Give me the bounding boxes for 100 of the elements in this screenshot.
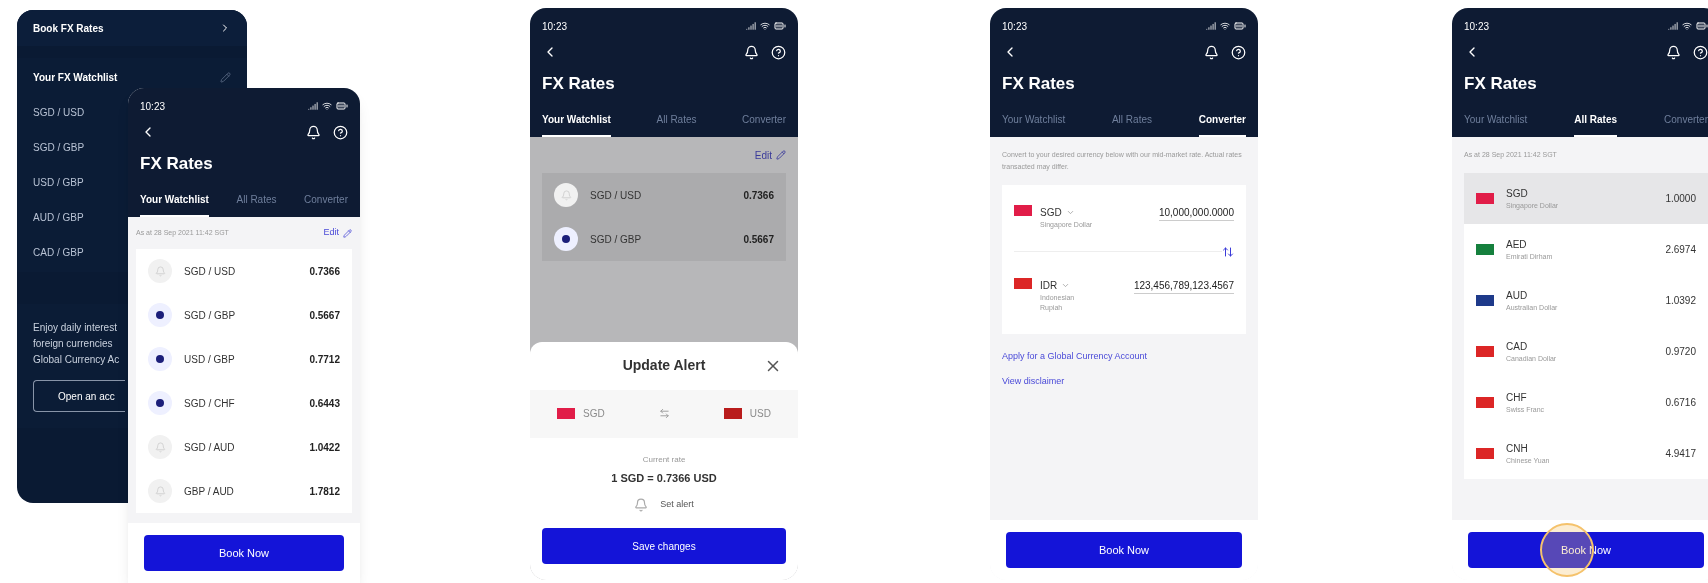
pair-label: SGD / USD	[590, 188, 643, 203]
currency-code: CAD	[1506, 339, 1529, 354]
rate-value: 0.9720	[1665, 345, 1696, 359]
currency-code: SGD	[1506, 186, 1529, 201]
currency-code: IDR	[1040, 278, 1058, 293]
page-title: FX Rates	[140, 153, 214, 175]
book-now-button[interactable]: Book Now	[144, 535, 344, 571]
pair-label: SGD / GBP	[590, 232, 643, 247]
tab[interactable]: Your Watchlist	[1002, 104, 1066, 137]
rate-value: 1.0422	[309, 440, 340, 455]
help-icon[interactable]	[771, 44, 786, 60]
pair-label: SGD / USD	[184, 264, 237, 279]
page-title: FX Rates	[542, 73, 616, 95]
watchlist-title: Your FX Watchlist	[33, 71, 118, 85]
alert-on-icon[interactable]	[554, 227, 578, 251]
wifi-icon	[760, 21, 770, 31]
current-rate: 1 SGD = 0.7366 USD	[611, 470, 717, 486]
signal-icon	[308, 101, 318, 111]
bell-icon[interactable]	[744, 44, 759, 60]
alert-on-icon[interactable]	[148, 347, 172, 371]
alert-on-icon[interactable]	[148, 391, 172, 415]
status-time: 10:23	[140, 99, 166, 114]
sheet-title: Update Alert	[622, 356, 706, 375]
tab[interactable]: Converter	[1664, 104, 1708, 137]
currency-code: SGD	[583, 407, 605, 421]
pair-label: AUD / GBP	[33, 211, 84, 225]
rate-value: 0.6716	[1665, 396, 1696, 410]
tab[interactable]: All Rates	[1111, 104, 1152, 137]
rate-label: Current rate	[642, 453, 686, 466]
currency-code: CHF	[1506, 390, 1528, 405]
pair-label: SGD / USD	[33, 106, 85, 120]
swap-icon[interactable]	[1222, 245, 1234, 258]
swap-icon	[658, 408, 670, 419]
pair-label: CAD / GBP	[33, 246, 84, 260]
pair-label: USD / GBP	[184, 352, 236, 367]
status-time: 10:23	[1002, 19, 1028, 34]
book-now-button[interactable]: Book Now	[1006, 532, 1242, 568]
rate-value: 2.6974	[1665, 243, 1696, 257]
currency-code: AED	[1506, 237, 1528, 252]
help-icon[interactable]	[1231, 44, 1246, 60]
battery-icon	[774, 20, 786, 32]
battery-icon	[1234, 20, 1246, 32]
save-changes-button[interactable]: Save changes	[542, 528, 786, 564]
currency-code: USD	[749, 407, 771, 421]
signal-icon	[1206, 21, 1216, 31]
rate-value: 0.7366	[743, 188, 774, 203]
tab[interactable]: All Rates	[656, 104, 697, 137]
tab[interactable]: Your Watchlist	[140, 184, 209, 217]
currency-code: SGD	[1040, 206, 1062, 220]
rate-value: 1.0392	[1665, 294, 1696, 308]
rate-value: 0.5667	[309, 308, 340, 323]
help-icon[interactable]	[333, 124, 348, 140]
pair-label: SGD / CHF	[184, 396, 236, 411]
bell-icon[interactable]	[306, 124, 321, 140]
alert-on-icon[interactable]	[148, 303, 172, 327]
wifi-icon	[322, 101, 332, 111]
rate-value: 0.6443	[309, 396, 340, 411]
edit-link[interactable]: Edit	[754, 147, 772, 163]
rate-value: 0.5667	[743, 232, 774, 247]
tab[interactable]: All Rates	[1574, 104, 1618, 137]
set-alert-label: Set alert	[660, 498, 694, 512]
wifi-icon	[1220, 21, 1230, 31]
signal-icon	[746, 21, 756, 31]
page-title: FX Rates	[1002, 73, 1076, 95]
rate-value: 1.0000	[1665, 192, 1696, 206]
edit-link[interactable]: Edit	[323, 226, 339, 240]
pair-label: GBP / AUD	[184, 484, 235, 499]
battery-icon	[336, 100, 348, 112]
tab[interactable]: All Rates	[236, 184, 277, 217]
battery-icon	[1696, 20, 1708, 32]
pair-label: SGD / GBP	[33, 141, 85, 155]
tab[interactable]: Converter	[1198, 104, 1246, 137]
rate-value: 1.7812	[309, 484, 340, 499]
status-time: 10:23	[1464, 19, 1490, 34]
rate-value: 0.7366	[309, 264, 340, 279]
pair-label: SGD / AUD	[184, 440, 236, 455]
menu-item[interactable]: Book FX Rates	[33, 20, 104, 36]
bell-icon[interactable]	[1204, 44, 1219, 60]
tab[interactable]: Converter	[304, 184, 348, 217]
tab[interactable]: Converter	[742, 104, 786, 137]
pair-label: SGD / GBP	[184, 308, 237, 323]
rate-value: 4.9417	[1665, 447, 1696, 461]
rate-value: 0.7712	[309, 352, 340, 367]
pencil-icon[interactable]	[776, 150, 786, 160]
tab[interactable]: Your Watchlist	[1464, 104, 1528, 137]
currency-code: AUD	[1506, 288, 1529, 303]
bell-icon[interactable]	[1666, 44, 1681, 60]
help-icon[interactable]	[1693, 44, 1708, 60]
text-link[interactable]: Apply for a Global Currency Account	[1002, 349, 1246, 363]
amount-field[interactable]: 10,000,000.0000	[1158, 205, 1234, 221]
page-title: FX Rates	[1464, 73, 1538, 95]
status-time: 10:23	[542, 19, 568, 34]
amount-field[interactable]: 123,456,789,123.4567	[1133, 277, 1234, 294]
open-account-button[interactable]: Open an acc	[33, 380, 125, 412]
promo-text: Enjoy daily interest foreign currencies Global Currency Ac	[33, 321, 120, 367]
signal-icon	[1668, 21, 1678, 31]
wifi-icon	[1682, 21, 1692, 31]
pair-label: USD / GBP	[33, 176, 84, 190]
text-link[interactable]: View disclaimer	[1002, 375, 1246, 389]
currency-code: CNH	[1506, 441, 1529, 456]
